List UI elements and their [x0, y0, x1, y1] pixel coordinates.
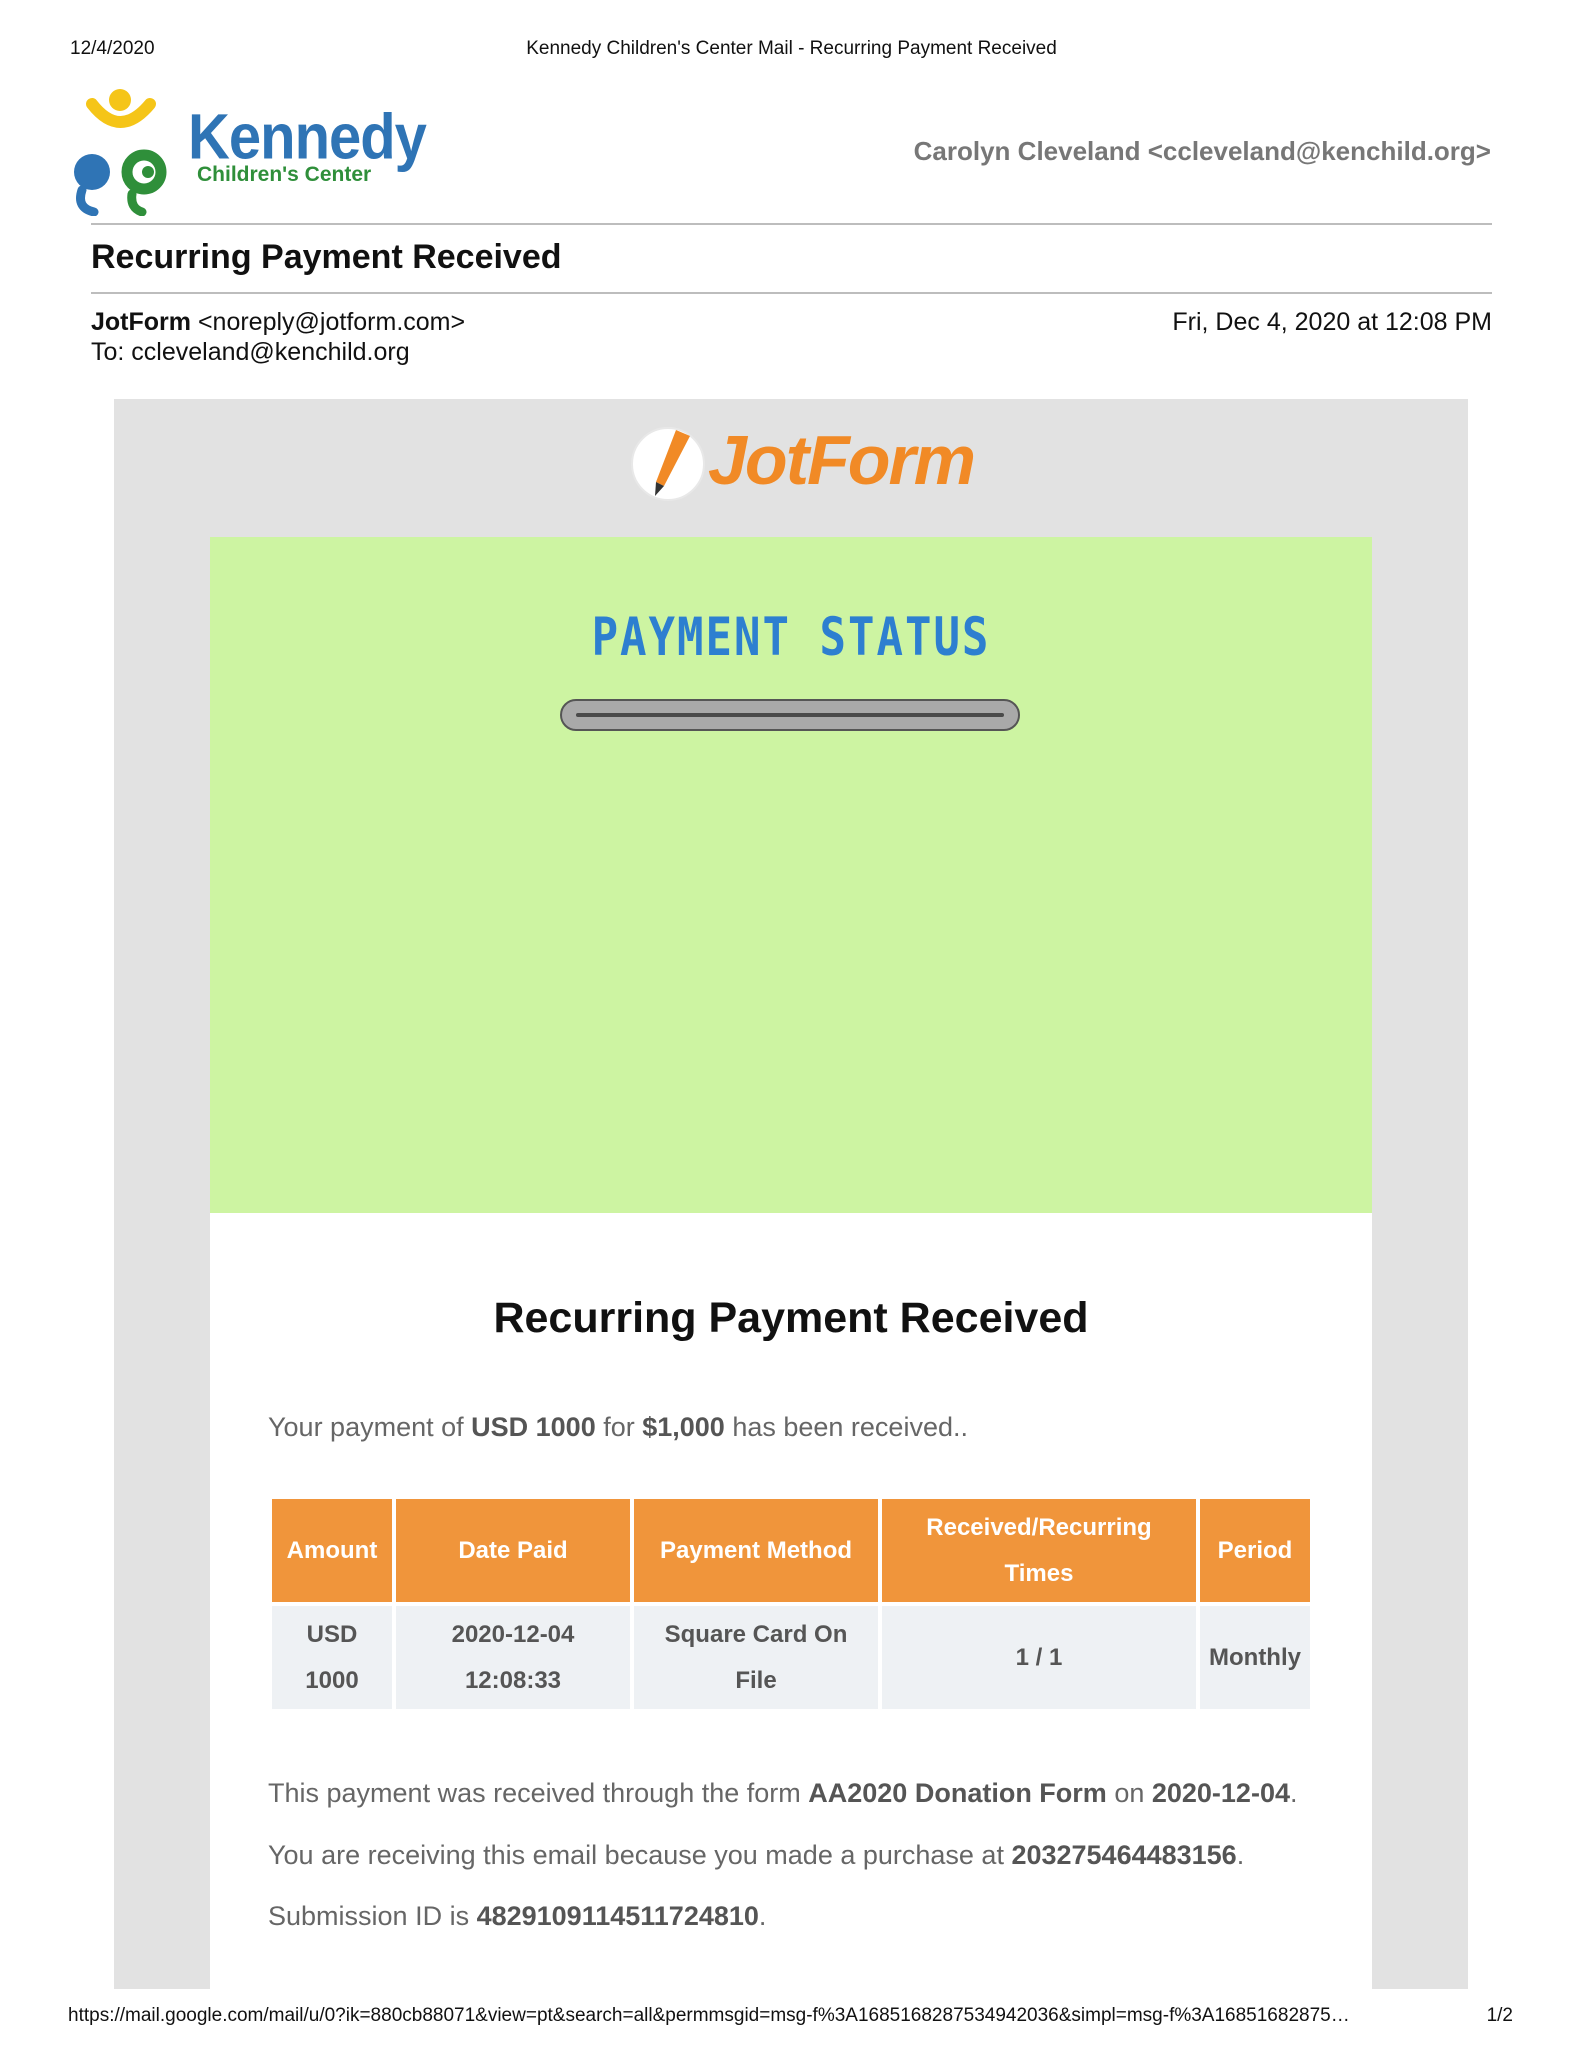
product-name: $1,000: [642, 1412, 725, 1442]
form-info: This payment was received through the fo…: [268, 1778, 1298, 1809]
purchase-id: 203275464483156: [1011, 1840, 1237, 1870]
account-name: Carolyn Cleveland <ccleveland@kenchild.o…: [913, 136, 1491, 166]
cell-period: Monthly: [1200, 1606, 1310, 1709]
sent-date: Fri, Dec 4, 2020 at 12:08 PM: [1172, 308, 1492, 336]
divider: [91, 223, 1492, 225]
payment-status-title: PAYMENT STATUS: [591, 606, 991, 669]
col-amount: Amount: [272, 1499, 392, 1602]
payment-amount: USD 1000: [471, 1412, 596, 1442]
print-url: https://mail.google.com/mail/u/0?ik=880c…: [68, 2005, 1350, 2026]
status-slot-graphic: [560, 699, 1020, 731]
jotform-logo-text: JotForm: [708, 421, 976, 499]
text: .: [1289, 1778, 1298, 1808]
form-date: 2020-12-04: [1151, 1778, 1290, 1808]
cell-recurring-times: 1 / 1: [882, 1606, 1196, 1709]
status-slot: [576, 713, 1004, 717]
table-header-row: Amount Date Paid Payment Method Received…: [272, 1499, 1310, 1602]
sender: JotForm <noreply@jotform.com>: [91, 308, 465, 337]
sender-email: <noreply@jotform.com>: [197, 308, 466, 336]
text: .: [758, 1901, 767, 1931]
purchase-info: You are receiving this email because you…: [268, 1840, 1244, 1871]
logo-subtitle: Children's Center: [197, 163, 372, 186]
cell-date-paid: 2020-12-04 12:08:33: [396, 1606, 630, 1709]
cell-payment-method: Square Card On File: [634, 1606, 878, 1709]
jotform-pencil-icon: [631, 427, 705, 501]
card-heading: Recurring Payment Received: [493, 1294, 1089, 1342]
col-payment-method: Payment Method: [634, 1499, 878, 1602]
amount-summary: Your payment of USD 1000 for $1,000 has …: [268, 1412, 968, 1443]
submission-id: 4829109114511724810: [476, 1901, 759, 1931]
form-name: AA2020 Donation Form: [808, 1778, 1107, 1808]
sender-name: JotForm: [91, 308, 191, 336]
cell-amount: USD 1000: [272, 1606, 392, 1709]
text: Your payment of: [268, 1412, 472, 1442]
divider: [91, 292, 1492, 294]
text: You are receiving this email because you…: [268, 1840, 1012, 1870]
text: .: [1236, 1840, 1245, 1870]
text: has been received..: [724, 1412, 968, 1442]
text: This payment was received through the fo…: [268, 1778, 809, 1808]
text: Submission ID is: [268, 1901, 477, 1931]
payment-table: Amount Date Paid Payment Method Received…: [268, 1495, 1314, 1713]
submission-info: Submission ID is 4829109114511724810.: [268, 1901, 766, 1932]
email-subject: Recurring Payment Received: [91, 238, 562, 276]
page-number: 1/2: [1486, 2005, 1513, 2026]
print-title: Kennedy Children's Center Mail - Recurri…: [526, 38, 1057, 59]
text: for: [595, 1412, 643, 1442]
recipient: To: ccleveland@kenchild.org: [91, 338, 410, 366]
text: on: [1106, 1778, 1152, 1808]
col-period: Period: [1200, 1499, 1310, 1602]
col-recurring-times: Received/Recurring Times: [882, 1499, 1196, 1602]
table-row: USD 1000 2020-12-04 12:08:33 Square Card…: [272, 1606, 1310, 1709]
col-date-paid: Date Paid: [396, 1499, 630, 1602]
